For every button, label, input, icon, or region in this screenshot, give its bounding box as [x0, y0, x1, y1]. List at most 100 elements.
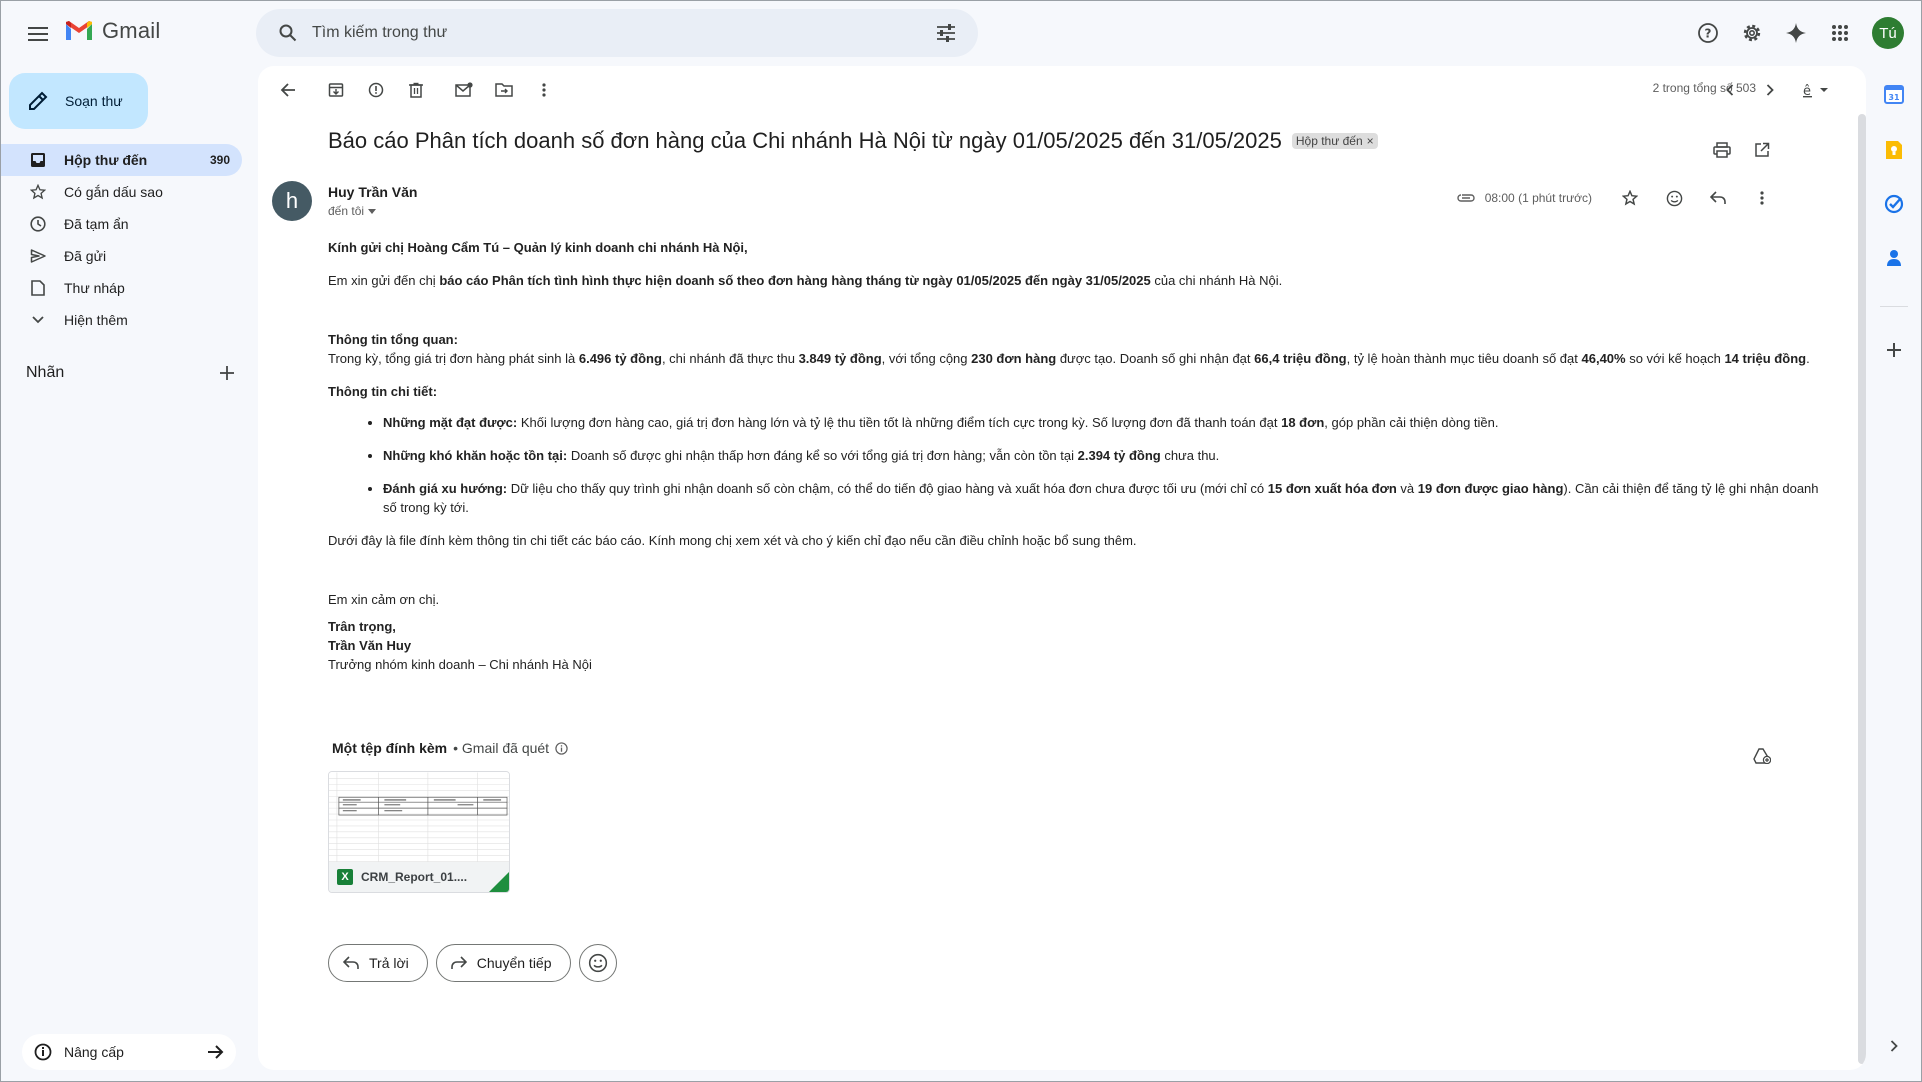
emoji-reaction-button[interactable]	[578, 944, 617, 982]
compose-label: Soạn thư	[65, 93, 123, 109]
draft-icon	[28, 278, 48, 298]
scrollbar[interactable]	[1858, 114, 1866, 1064]
spreadsheet-thumbnail	[329, 772, 509, 866]
gemini-sparkle-icon[interactable]	[1776, 13, 1816, 53]
arrow-right-icon	[208, 1045, 224, 1059]
upgrade-button[interactable]: Nâng cấp	[22, 1034, 236, 1070]
mark-unread-button[interactable]	[444, 70, 484, 110]
account-avatar[interactable]: Tú	[1872, 17, 1904, 49]
expand-panel-icon[interactable]	[1880, 1032, 1908, 1060]
back-button[interactable]	[268, 70, 308, 110]
unread-count: 390	[209, 153, 230, 167]
search-input[interactable]: Tìm kiếm trong thư	[306, 24, 928, 42]
sidebar-item-inbox[interactable]: Hộp thư đến 390	[0, 144, 242, 176]
reply-button[interactable]: Trả lời	[328, 944, 428, 982]
attachments-header: Một tệp đính kèm • Gmail đã quét	[332, 740, 568, 756]
get-addons-icon[interactable]	[1880, 336, 1908, 364]
hamburger-icon	[28, 27, 48, 41]
recipients-text: đến tôi	[328, 204, 365, 218]
delete-button[interactable]	[396, 70, 436, 110]
forward-button[interactable]: Chuyển tiếp	[435, 944, 571, 982]
search-bar[interactable]: Tìm kiếm trong thư	[256, 9, 978, 57]
message-toolbar	[258, 66, 1866, 114]
star-outline-icon	[1622, 190, 1638, 206]
top-bar: Gmail Tìm kiếm trong thư ? Tú	[0, 0, 1922, 66]
keep-notes-icon[interactable]	[1880, 136, 1908, 164]
contacts-icon[interactable]	[1880, 244, 1908, 272]
sidebar-item-label: Hộp thư đến	[64, 152, 148, 168]
search-options-icon[interactable]	[928, 15, 964, 51]
apps-grid-icon[interactable]	[1820, 13, 1860, 53]
star-icon	[28, 182, 48, 202]
search-icon[interactable]	[270, 15, 306, 51]
gmail-logo[interactable]: Gmail	[64, 18, 160, 44]
forward-icon	[450, 956, 467, 969]
caret-down-icon	[368, 208, 377, 214]
overview-paragraph: Trong kỳ, tổng giá trị đơn hàng phát sin…	[328, 351, 1810, 366]
clock-icon	[28, 214, 48, 234]
message-more-button[interactable]	[1742, 178, 1782, 218]
calendar-icon[interactable]: 31	[1880, 80, 1908, 108]
mark-unread-icon	[455, 82, 473, 97]
print-button[interactable]	[1702, 130, 1742, 170]
open-new-window-button[interactable]	[1742, 130, 1782, 170]
newer-button[interactable]	[1710, 70, 1750, 110]
trash-icon	[409, 82, 423, 98]
sidebar-item-starred[interactable]: Có gắn dấu sao	[0, 176, 242, 208]
remove-label-icon[interactable]: ×	[1367, 134, 1374, 148]
excel-file-icon: X	[337, 869, 353, 885]
sidebar-item-label: Thư nháp	[64, 280, 125, 296]
archive-button[interactable]	[316, 70, 356, 110]
sidebar-item-drafts[interactable]: Thư nháp	[0, 272, 242, 304]
sidebar-item-more[interactable]: Hiện thêm	[0, 304, 242, 336]
keyboard-language-icon: ê	[1803, 84, 1828, 98]
attachment-card[interactable]: X CRM_Report_01....	[328, 771, 510, 893]
main-menu-button[interactable]	[18, 14, 58, 54]
help-icon[interactable]: ?	[1688, 13, 1728, 53]
more-vert-icon	[1760, 191, 1764, 205]
report-spam-button[interactable]	[356, 70, 396, 110]
add-to-drive-icon	[1753, 748, 1771, 764]
print-icon	[1713, 142, 1731, 158]
input-tools-button[interactable]: ê	[1790, 70, 1842, 110]
sidebar-item-label: Đã tạm ẩn	[64, 216, 129, 232]
add-label-icon[interactable]	[220, 366, 234, 380]
overview-title: Thông tin tổng quan:	[328, 332, 458, 347]
more-actions-button[interactable]	[524, 70, 564, 110]
sender-avatar[interactable]: h	[272, 181, 312, 221]
forward-label: Chuyển tiếp	[476, 955, 552, 971]
side-panel-rail: 31	[1866, 66, 1922, 1070]
detail-bullet: Những khó khăn hoặc tồn tại: Doanh số đư…	[383, 446, 1828, 465]
detail-bullet: Những mặt đạt được: Khối lượng đơn hàng …	[383, 413, 1828, 432]
older-button[interactable]	[1750, 70, 1790, 110]
send-icon	[28, 246, 48, 266]
chevron-right-icon	[1766, 84, 1774, 96]
gmail-m-icon	[66, 21, 92, 40]
attachment-clip-icon	[1457, 193, 1475, 203]
emoji-icon	[588, 953, 607, 973]
save-to-drive-button[interactable]	[1742, 736, 1782, 776]
message-panel: 2 trong tổng số 503 ê Báo cáo Phân tích …	[258, 66, 1866, 1070]
inbox-label-chip[interactable]: Hộp thư đến ×	[1291, 133, 1378, 149]
svg-text:?: ?	[1705, 27, 1712, 41]
thanks-line: Em xin cảm ơn chị.	[328, 592, 440, 607]
email-subject: Báo cáo Phân tích doanh số đơn hàng của …	[328, 128, 1282, 153]
reply-quick-button[interactable]	[1698, 178, 1738, 218]
sidebar-item-snoozed[interactable]: Đã tạm ẩn	[0, 208, 242, 240]
reply-icon	[343, 956, 359, 969]
tasks-icon[interactable]	[1880, 190, 1908, 218]
details-title: Thông tin chi tiết:	[328, 384, 438, 399]
info-icon[interactable]	[555, 741, 568, 755]
sidebar-item-label: Có gắn dấu sao	[64, 184, 163, 200]
signature-title: Trưởng nhóm kinh doanh – Chi nhánh Hà Nộ…	[328, 657, 592, 672]
chevron-down-icon	[28, 310, 48, 330]
recipients-dropdown[interactable]: đến tôi	[328, 204, 377, 218]
sidebar-item-label: Hiện thêm	[64, 312, 128, 328]
sidebar-item-sent[interactable]: Đã gửi	[0, 240, 242, 272]
move-to-button[interactable]	[484, 70, 524, 110]
compose-button[interactable]: Soạn thư	[9, 73, 148, 129]
settings-gear-icon[interactable]	[1732, 13, 1772, 53]
sender-name[interactable]: Huy Trần Văn	[328, 184, 417, 200]
add-reaction-button[interactable]	[1654, 178, 1694, 218]
star-button[interactable]	[1610, 178, 1650, 218]
